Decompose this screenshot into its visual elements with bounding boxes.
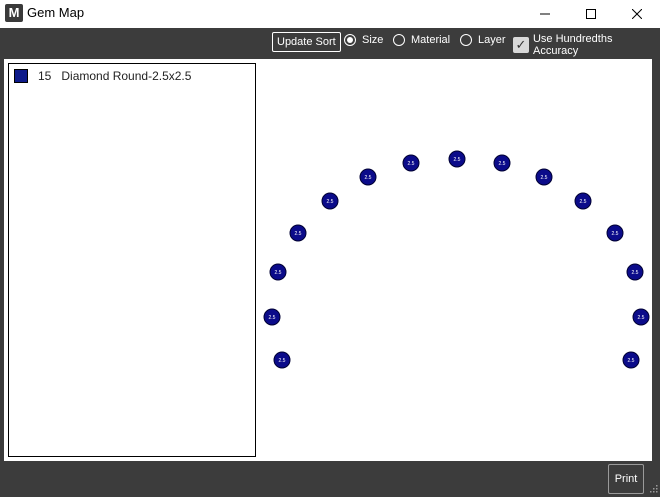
close-button[interactable] [614,0,660,28]
resize-grip-icon[interactable] [648,485,658,495]
hundredths-label: Use Hundredths Accuracy [532,33,613,57]
update-sort-button[interactable]: Update Sort [272,32,341,52]
maximize-button[interactable] [568,0,614,28]
close-icon [632,9,642,19]
gem-label: 2.5 [279,358,286,364]
gem-label: 2.5 [327,199,334,205]
radio-layer[interactable]: Layer [460,34,506,46]
gem-label: 2.5 [632,270,639,276]
gem-list: 15 Diamond Round-2.5x2.5 [8,63,256,457]
gem-label: 2.5 [269,315,276,321]
radio-size[interactable]: Size [344,34,383,46]
gem-marker[interactable]: 2.5 [273,351,291,369]
radio-material[interactable]: Material [393,34,450,46]
gem-marker[interactable]: 2.5 [622,351,640,369]
gem-count: 15 [38,69,52,83]
hundredths-checkbox[interactable]: ✓ Use Hundredths Accuracy [513,33,660,57]
radio-circle-icon [344,34,356,46]
gem-marker[interactable]: 2.5 [632,308,650,326]
gem-label: 2.5 [499,161,506,167]
radio-circle-icon [460,34,472,46]
radio-circle-icon [393,34,405,46]
gem-marker[interactable]: 2.5 [535,168,553,186]
gem-label: 2.5 [541,175,548,181]
minimize-button[interactable] [522,0,568,28]
toolbar: Update Sort Size Material Layer ✓ Use Hu… [0,28,660,58]
gem-marker[interactable]: 2.5 [626,263,644,281]
window-title: Gem Map [27,5,85,20]
radio-material-label: Material [411,34,451,46]
gem-marker[interactable]: 2.5 [574,192,592,210]
gem-marker[interactable]: 2.5 [289,224,307,242]
gem-label: 2.5 [454,157,461,163]
gem-marker[interactable]: 2.5 [402,154,420,172]
radio-layer-label: Layer [478,34,506,46]
maximize-icon [586,9,596,19]
gem-marker[interactable]: 2.5 [493,154,511,172]
gem-marker[interactable]: 2.5 [269,263,287,281]
gem-marker[interactable]: 2.5 [606,224,624,242]
gem-label: 2.5 [275,270,282,276]
gem-label: 2.5 [628,358,635,364]
gem-name: Diamond Round-2.5x2.5 [61,69,192,83]
gem-label: 2.5 [612,231,619,237]
gem-marker[interactable]: 2.5 [359,168,377,186]
app-logo-icon: M [5,4,23,22]
checkmark-icon: ✓ [513,37,529,53]
gem-label: 2.5 [408,161,415,167]
gem-label: 2.5 [638,315,645,321]
gem-marker[interactable]: 2.5 [448,150,466,168]
gem-label: 2.5 [295,231,302,237]
gem-label: 2.5 [365,175,372,181]
minimize-icon [540,13,550,15]
title-bar: M Gem Map [0,0,660,28]
print-button[interactable]: Print [608,464,644,494]
gem-color-swatch [14,69,28,83]
radio-size-label: Size [362,34,384,46]
list-item[interactable]: 15 Diamond Round-2.5x2.5 [14,69,191,83]
gem-map: 2.5 2.5 2.5 2.5 2.5 2.5 2.5 2.5 2.5 2.5 2.5 2.5 2.5 2… [263,150,650,369]
gem-marker[interactable]: 2.5 [263,308,281,326]
gem-marker[interactable]: 2.5 [321,192,339,210]
gem-label: 2.5 [580,199,587,205]
